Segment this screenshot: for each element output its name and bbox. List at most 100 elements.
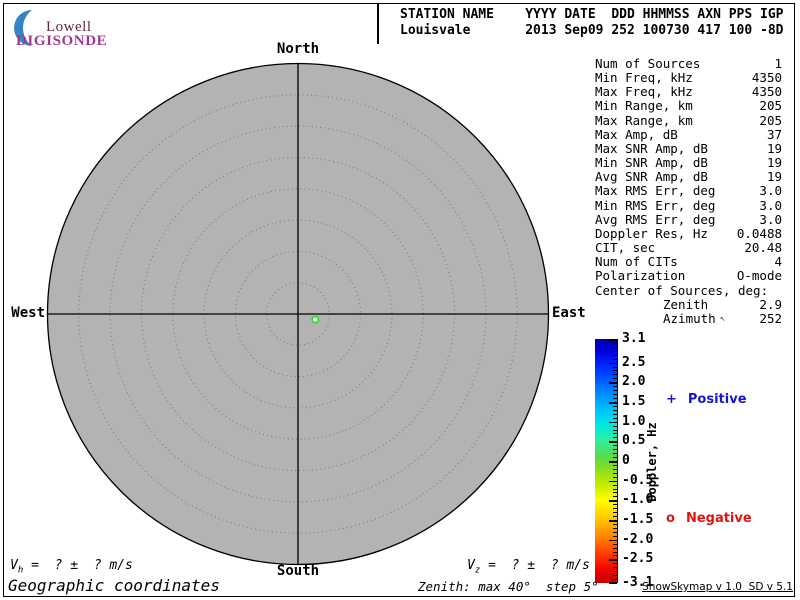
param-value: 3.0 [759,183,782,199]
colorbar-ticks [595,339,617,584]
vz-symbol: V [467,558,475,573]
colorbar-tick [609,382,617,384]
param-row: Doppler Res, Hz 0.0488 [595,225,782,241]
header-divider [377,3,379,44]
param-value: 205 [759,112,782,128]
colorbar-tick-label: 1.5 [622,393,646,409]
param-value: 20.48 [744,240,782,256]
legend-negative: o Negative [666,511,752,526]
colorbar-tick [613,366,617,368]
colorbar-tick [609,441,617,443]
colorbar-tick [609,421,617,424]
param-row: Min SNR Amp, dB 19 [595,155,782,170]
colorbar-tick-label: 1.0 [622,413,646,429]
param-row: Max Amp, dB 37 [595,126,782,142]
colorbar-tick [613,472,617,474]
colorbar-tick [613,488,617,490]
colorbar-tick [609,480,617,483]
param-label: Center of Sources, deg: [595,282,769,298]
compass-label-north: North [276,41,320,57]
param-row: Max Freq, kHz 4350 [595,85,782,99]
colorbar-tick [613,531,617,533]
credit-text: ShowSkymap v 1.0 SD v 5.1 [642,581,793,593]
vh-symbol: V [10,558,18,573]
colorbar-tick [613,405,617,407]
colorbar-tick [613,386,617,388]
colorbar-tick [613,575,617,577]
param-value: 1 [774,56,782,71]
param-value: 19 [766,169,782,185]
colorbar-tick [609,582,617,584]
compass-label-east: East [552,305,586,321]
colorbar-tick [613,394,617,396]
param-label: Zenith [663,296,709,312]
param-row: Avg RMS Err, deg 3.0 [595,211,782,227]
param-value: 4350 [751,84,782,100]
param-value: 2.9 [759,296,782,312]
param-label: Max Freq, kHz [595,84,693,100]
legend-negative-label: Negative [685,511,752,526]
header-columns-line: STATION NAME YYYY DATE DDD HHMMSS AXN PP… [400,7,784,22]
colorbar-tick [613,579,617,581]
colorbar-tick-label: 2.0 [622,374,646,390]
colorbar-tick [613,543,617,545]
colorbar-tick [613,354,617,356]
param-label: Min Range, km [595,98,693,114]
param-row: Max RMS Err, deg 3.0 [595,184,782,198]
colorbar-tick [613,516,617,518]
colorbar-tick-label: 2.5 [622,354,646,370]
colorbar-tick [613,425,617,427]
zenith-range-caption: Zenith: max 40° step 5° [418,579,599,594]
param-label: Doppler Res, Hz [595,225,708,241]
logo-digisonde-text: DIGISONDE [16,33,108,49]
colorbar-tick [613,535,617,537]
param-row: Max SNR Amp, dB 19 [595,140,782,156]
colorbar-tick [613,464,617,466]
param-label: Num of CITs [595,254,678,270]
vh-value: = ? ± ? m/s [23,558,133,573]
colorbar-tick [613,433,617,435]
colorbar-tick [613,437,617,439]
colorbar-tick [613,409,617,411]
colorbar-tick [609,539,617,542]
param-row: Zenith 2.9 [595,296,782,312]
param-value: 3.0 [759,197,782,213]
param-row: Max Range, km 205 [595,112,782,128]
param-row: Azimuth ↖ 252 [595,310,782,326]
colorbar-tick [613,476,617,478]
param-label: Polarization [595,268,686,284]
colorbar-tick [613,468,617,470]
param-label: Max SNR Amp, dB [595,140,708,156]
param-value: 4350 [751,70,782,86]
colorbar-tick [613,390,617,392]
param-label: Num of Sources [595,56,701,71]
lowell-digisonde-logo: Lowell DIGISONDE [12,8,142,49]
colorbar-tick-label: 0 [622,453,630,468]
colorbar-tick [613,378,617,380]
legend-positive-label: Positive [687,392,747,407]
param-value: 19 [766,140,782,156]
param-row: Min RMS Err, deg 3.0 [595,197,782,213]
colorbar-tick [613,555,617,557]
colorbar-tick [609,520,617,522]
colorbar-tick [613,457,617,459]
colorbar-tick [613,563,617,565]
colorbar-tick-label: -1.5 [622,512,654,528]
param-label: Azimuth [663,310,716,326]
colorbar-tick [613,398,617,400]
colorbar-tick [613,374,617,376]
param-row: Min Range, km 205 [595,99,782,113]
param-label: Max Amp, dB [595,126,678,142]
colorbar-tick-label: 0.5 [622,433,646,449]
vh-readout: Vh = ? ± ? m/s [10,558,133,576]
param-value: 252 [759,310,782,326]
colorbar-tick [613,370,617,372]
param-label: Avg RMS Err, deg [595,211,716,227]
colorbar-tick [613,551,617,553]
param-row: Avg SNR Amp, dB 19 [595,170,782,184]
colorbar-tick [613,350,617,352]
vz-readout: Vz = ? ± ? m/s [467,558,590,576]
colorbar-tick-label: -2.0 [622,531,654,547]
colorbar-tick [609,559,617,561]
plus-marker-icon: + [666,392,677,407]
